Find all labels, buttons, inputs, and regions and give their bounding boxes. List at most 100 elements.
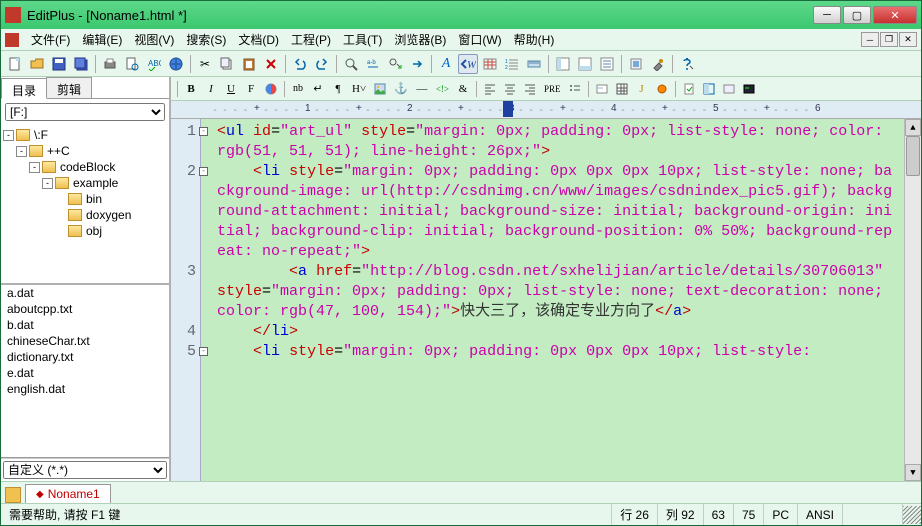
line-numbers-icon[interactable]: 12 xyxy=(502,54,522,74)
font-italic-icon[interactable]: A xyxy=(436,54,456,74)
frame-icon[interactable] xyxy=(700,80,718,98)
menu-item[interactable]: 编辑(E) xyxy=(76,29,128,50)
save-all-icon[interactable] xyxy=(71,54,91,74)
tree-toggle-icon[interactable]: - xyxy=(42,178,53,189)
mdi-minimize-button[interactable]: ─ xyxy=(861,32,879,47)
list-icon[interactable] xyxy=(566,80,584,98)
resize-grip[interactable] xyxy=(903,506,921,524)
align-center-icon[interactable] xyxy=(501,80,519,98)
code-editor[interactable]: 1-2-345- <ul id="art_ul" style="margin: … xyxy=(171,119,921,481)
menu-item[interactable]: 帮助(H) xyxy=(508,29,561,50)
validation-icon[interactable] xyxy=(680,80,698,98)
menu-item[interactable]: 工具(T) xyxy=(337,29,388,50)
form-icon[interactable] xyxy=(593,80,611,98)
tree-item[interactable]: obj xyxy=(3,223,167,239)
output-panel-icon[interactable] xyxy=(575,54,595,74)
fold-toggle-icon[interactable]: - xyxy=(199,347,208,356)
help-icon[interactable] xyxy=(677,54,697,74)
tree-toggle-icon[interactable]: - xyxy=(16,146,27,157)
menu-item[interactable]: 视图(V) xyxy=(128,29,180,50)
tree-item[interactable]: -codeBlock xyxy=(3,159,167,175)
italic-icon[interactable]: I xyxy=(202,80,220,98)
script-icon[interactable]: J xyxy=(633,80,651,98)
file-item[interactable]: english.dat xyxy=(1,381,169,397)
menu-item[interactable]: 文件(F) xyxy=(25,29,76,50)
heading-icon[interactable]: H˅ xyxy=(349,80,369,98)
delete-icon[interactable] xyxy=(261,54,281,74)
file-item[interactable]: b.dat xyxy=(1,317,169,333)
paste-icon[interactable] xyxy=(239,54,259,74)
tree-toggle-icon[interactable]: - xyxy=(29,162,40,173)
replace-icon[interactable]: a-b xyxy=(363,54,383,74)
drive-select[interactable]: [F:] xyxy=(5,103,165,121)
line-number[interactable]: 2- xyxy=(171,162,196,262)
sidebar-tab-directory[interactable]: 目录 xyxy=(1,78,47,99)
find-next-icon[interactable] xyxy=(385,54,405,74)
tree-item[interactable]: doxygen xyxy=(3,207,167,223)
code-content[interactable]: <ul id="art_ul" style="margin: 0px; padd… xyxy=(201,119,904,481)
goto-icon[interactable] xyxy=(407,54,427,74)
align-left-icon[interactable] xyxy=(481,80,499,98)
paragraph-icon[interactable]: ¶ xyxy=(329,80,347,98)
break-icon[interactable]: ↵ xyxy=(309,80,327,98)
bold-icon[interactable]: B xyxy=(182,80,200,98)
tree-item[interactable]: bin xyxy=(3,191,167,207)
open-file-icon[interactable] xyxy=(27,54,47,74)
redo-icon[interactable] xyxy=(312,54,332,74)
file-filter-select[interactable]: 自定义 (*.*) xyxy=(3,461,167,479)
sidebar-tab-cliptext[interactable]: 剪辑 xyxy=(46,77,92,98)
copy-icon[interactable] xyxy=(217,54,237,74)
line-number[interactable]: 5- xyxy=(171,342,196,362)
fold-toggle-icon[interactable]: - xyxy=(199,167,208,176)
object-icon[interactable] xyxy=(653,80,671,98)
scroll-thumb[interactable] xyxy=(906,136,920,176)
font-icon[interactable]: F xyxy=(242,80,260,98)
nbsp-icon[interactable]: nb xyxy=(289,80,307,98)
mdi-close-button[interactable]: ✕ xyxy=(899,32,917,47)
save-icon[interactable] xyxy=(49,54,69,74)
table-icon[interactable] xyxy=(613,80,631,98)
line-gutter[interactable]: 1-2-345- xyxy=(171,119,201,481)
fold-toggle-icon[interactable]: - xyxy=(199,127,208,136)
scroll-up-icon[interactable]: ▲ xyxy=(905,119,921,136)
undo-icon[interactable] xyxy=(290,54,310,74)
file-list[interactable]: a.databoutcpp.txtb.datchineseChar.txtdic… xyxy=(1,285,169,458)
new-file-icon[interactable] xyxy=(5,54,25,74)
close-button[interactable]: ✕ xyxy=(873,6,917,24)
anchor-icon[interactable]: ⚓ xyxy=(391,80,411,98)
indent-guide-icon[interactable] xyxy=(480,54,500,74)
tree-item[interactable]: -\:F xyxy=(3,127,167,143)
wordwrap-icon[interactable]: W xyxy=(458,54,478,74)
tree-item[interactable]: -++C xyxy=(3,143,167,159)
line-number[interactable]: 4 xyxy=(171,322,196,342)
run-icon[interactable] xyxy=(740,80,758,98)
file-item[interactable]: aboutcpp.txt xyxy=(1,301,169,317)
spellcheck-icon[interactable]: ABC xyxy=(144,54,164,74)
browser-preview-icon[interactable] xyxy=(166,54,186,74)
folder-tree[interactable]: -\:F-++C-codeBlock-examplebindoxygenobj xyxy=(1,125,169,285)
directory-panel-icon[interactable] xyxy=(553,54,573,74)
tab-list-icon[interactable] xyxy=(5,487,21,503)
ruler-caret[interactable] xyxy=(503,101,513,117)
file-item[interactable]: e.dat xyxy=(1,365,169,381)
menu-item[interactable]: 搜索(S) xyxy=(180,29,232,50)
cliptext-panel-icon[interactable] xyxy=(597,54,617,74)
menu-item[interactable]: 工程(P) xyxy=(285,29,337,50)
menu-item[interactable]: 窗口(W) xyxy=(452,29,507,50)
color-picker-icon[interactable] xyxy=(262,80,280,98)
tools-icon[interactable] xyxy=(648,54,668,74)
ruler-toggle-icon[interactable] xyxy=(524,54,544,74)
mdi-restore-button[interactable]: ❐ xyxy=(880,32,898,47)
tree-toggle-icon[interactable]: - xyxy=(3,130,14,141)
special-char-icon[interactable]: & xyxy=(454,80,472,98)
scroll-down-icon[interactable]: ▼ xyxy=(905,464,921,481)
style-icon[interactable] xyxy=(720,80,738,98)
maximize-button[interactable]: ▢ xyxy=(843,6,871,24)
underline-icon[interactable]: U xyxy=(222,80,240,98)
hr-icon[interactable]: — xyxy=(413,80,431,98)
image-icon[interactable] xyxy=(371,80,389,98)
settings-icon[interactable] xyxy=(626,54,646,74)
comment-icon[interactable]: <!> xyxy=(433,80,452,98)
menu-item[interactable]: 文档(D) xyxy=(232,29,285,50)
line-number[interactable]: 3 xyxy=(171,262,196,322)
